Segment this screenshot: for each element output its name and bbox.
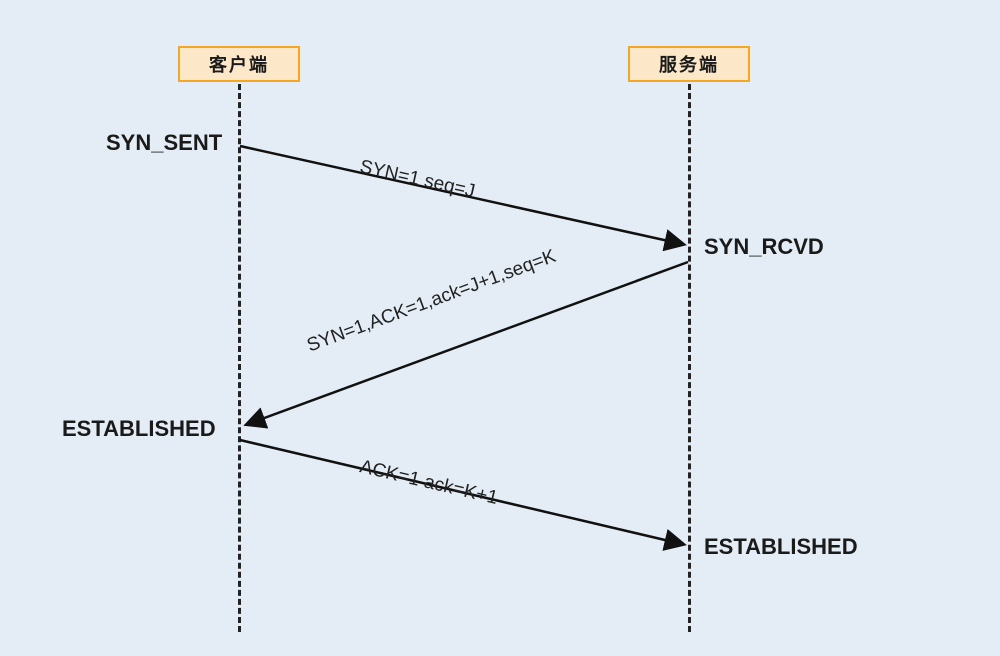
participant-server: 服务端 [628, 46, 750, 82]
state-established-client: ESTABLISHED [62, 416, 216, 442]
message-m2: SYN=1,ACK=1,ack=J+1,seq=K [304, 246, 559, 358]
participant-client-label: 客户端 [209, 51, 269, 77]
state-syn-sent: SYN_SENT [106, 130, 222, 156]
participant-server-label: 服务端 [659, 51, 719, 77]
sequence-diagram: 客户端 服务端 SYN_SENT SYN_RCVD ESTABLISHED ES… [0, 0, 1000, 656]
message-m3: ACK=1 ack=K+1 [357, 456, 499, 510]
message-m1: SYN=1 seq=J [358, 156, 477, 203]
lifeline-server [688, 84, 691, 632]
lifeline-client [238, 84, 241, 632]
state-syn-rcvd: SYN_RCVD [704, 234, 824, 260]
participant-client: 客户端 [178, 46, 300, 82]
state-established-server: ESTABLISHED [704, 534, 858, 560]
